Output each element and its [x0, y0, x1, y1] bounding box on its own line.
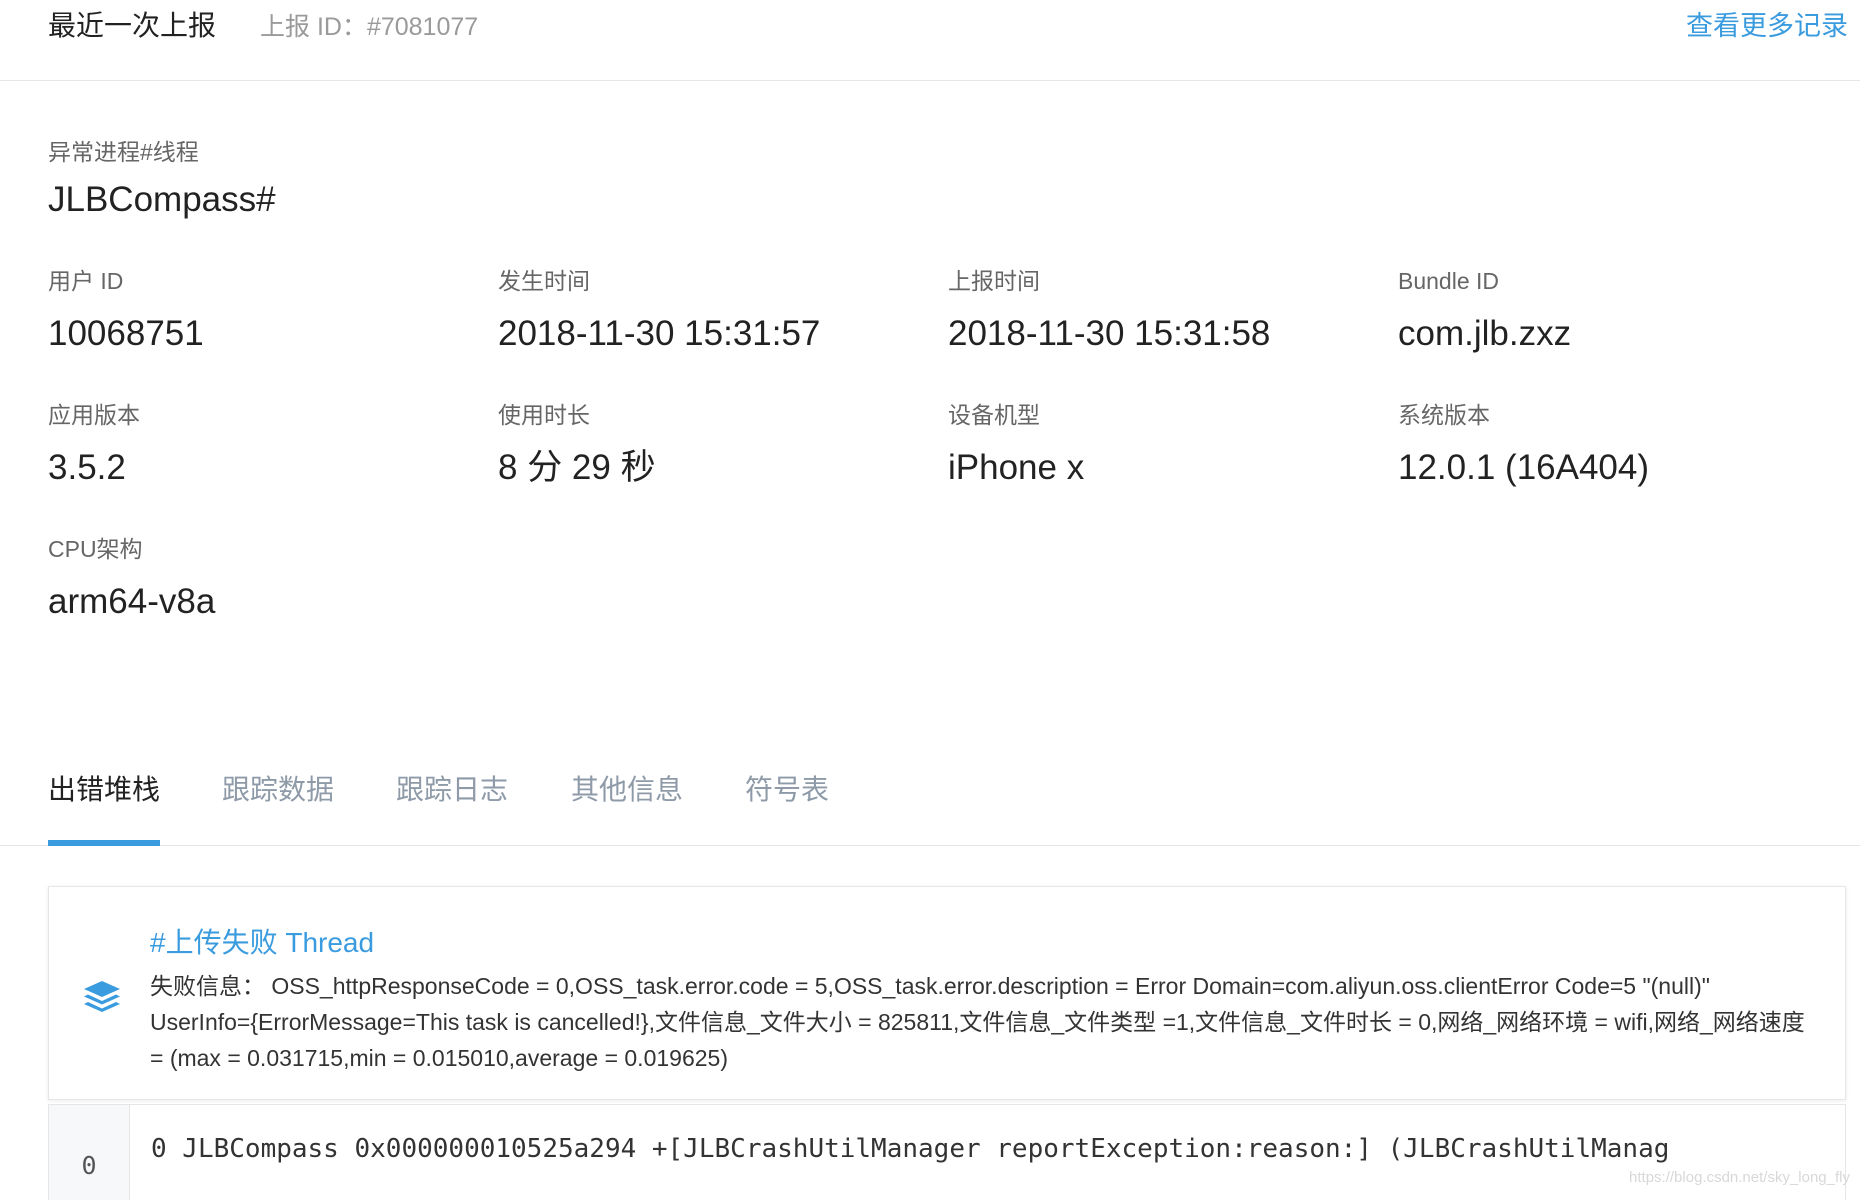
report-time-value: 2018-11-30 15:31:58 — [948, 314, 1271, 353]
bundle-id-field: Bundle ID com.jlb.zxz — [1398, 264, 1838, 356]
page-title: 最近一次上报 — [48, 10, 217, 41]
report-time-field: 上报时间 2018-11-30 15:31:58 — [948, 264, 1388, 356]
os-version-value: 12.0.1 (16A404) — [1398, 448, 1650, 487]
bundle-id-label: Bundle ID — [1398, 268, 1500, 294]
user-id-value: 10068751 — [48, 314, 204, 353]
occur-time-field: 发生时间 2018-11-30 15:31:57 — [498, 264, 938, 356]
cpu-arch-value: arm64-v8a — [48, 582, 216, 621]
watermark: https://blog.csdn.net/sky_long_fly — [1629, 1169, 1850, 1186]
crash-report-page: 最近一次上报 上报 ID：#7081077 查看更多记录 异常进程#线程 JLB… — [0, 0, 1860, 1200]
usage-duration-label: 使用时长 — [498, 402, 590, 428]
occur-time-label: 发生时间 — [498, 268, 590, 294]
detail-tabs: 出错堆栈 跟踪数据 跟踪日志 其他信息 符号表 — [0, 740, 1860, 846]
usage-duration-field: 使用时长 8 分 29 秒 — [498, 398, 938, 490]
frame-index: 0 — [81, 1151, 97, 1180]
os-version-field: 系统版本 12.0.1 (16A404) — [1398, 398, 1838, 490]
report-id: 上报 ID：#7081077 — [260, 13, 479, 41]
device-model-label: 设备机型 — [948, 402, 1040, 428]
thread-failure-info: 失败信息： OSS_httpResponseCode = 0,OSS_task.… — [150, 973, 1805, 1071]
stack-frame-row: 0 0 JLBCompass 0x000000010525a294 +[JLBC… — [48, 1104, 1846, 1200]
thread-card: #上传失败 Thread 失败信息： OSS_httpResponseCode … — [48, 886, 1846, 1100]
usage-duration-value: 8 分 29 秒 — [498, 448, 656, 487]
process-thread-label: 异常进程#线程 — [48, 139, 199, 165]
cpu-arch-field: CPU架构 arm64-v8a — [48, 532, 488, 624]
thread-title[interactable]: #上传失败 Thread — [150, 921, 374, 961]
occur-time-value: 2018-11-30 15:31:57 — [498, 314, 821, 353]
user-id-label: 用户 ID — [48, 268, 124, 294]
os-version-label: 系统版本 — [1398, 402, 1490, 428]
app-version-value: 3.5.2 — [48, 448, 126, 487]
bundle-id-value: com.jlb.zxz — [1398, 314, 1572, 353]
layers-icon — [84, 981, 120, 1012]
app-version-field: 应用版本 3.5.2 — [48, 398, 488, 490]
tab-trace-log[interactable]: 跟踪日志 — [396, 768, 508, 845]
top-bar: 最近一次上报 上报 ID：#7081077 查看更多记录 — [0, 0, 1860, 81]
report-time-label: 上报时间 — [948, 268, 1040, 294]
view-more-records-link[interactable]: 查看更多记录 — [1686, 4, 1848, 43]
device-model-field: 设备机型 iPhone x — [948, 398, 1388, 490]
tab-error-stack[interactable]: 出错堆栈 — [48, 768, 161, 846]
cpu-arch-label: CPU架构 — [48, 536, 143, 562]
frame-index-column: 0 — [49, 1105, 130, 1200]
tab-symbol-table[interactable]: 符号表 — [745, 768, 829, 845]
process-thread-value: JLBCompass# — [48, 180, 276, 219]
device-model-value: iPhone x — [948, 448, 1085, 487]
tab-trace-data[interactable]: 跟踪数据 — [222, 768, 334, 845]
tab-other-info[interactable]: 其他信息 — [571, 768, 683, 845]
frame-text: 0 JLBCompass 0x000000010525a294 +[JLBCra… — [151, 1134, 1670, 1164]
user-id-field: 用户 ID 10068751 — [48, 264, 488, 356]
app-version-label: 应用版本 — [48, 402, 140, 428]
